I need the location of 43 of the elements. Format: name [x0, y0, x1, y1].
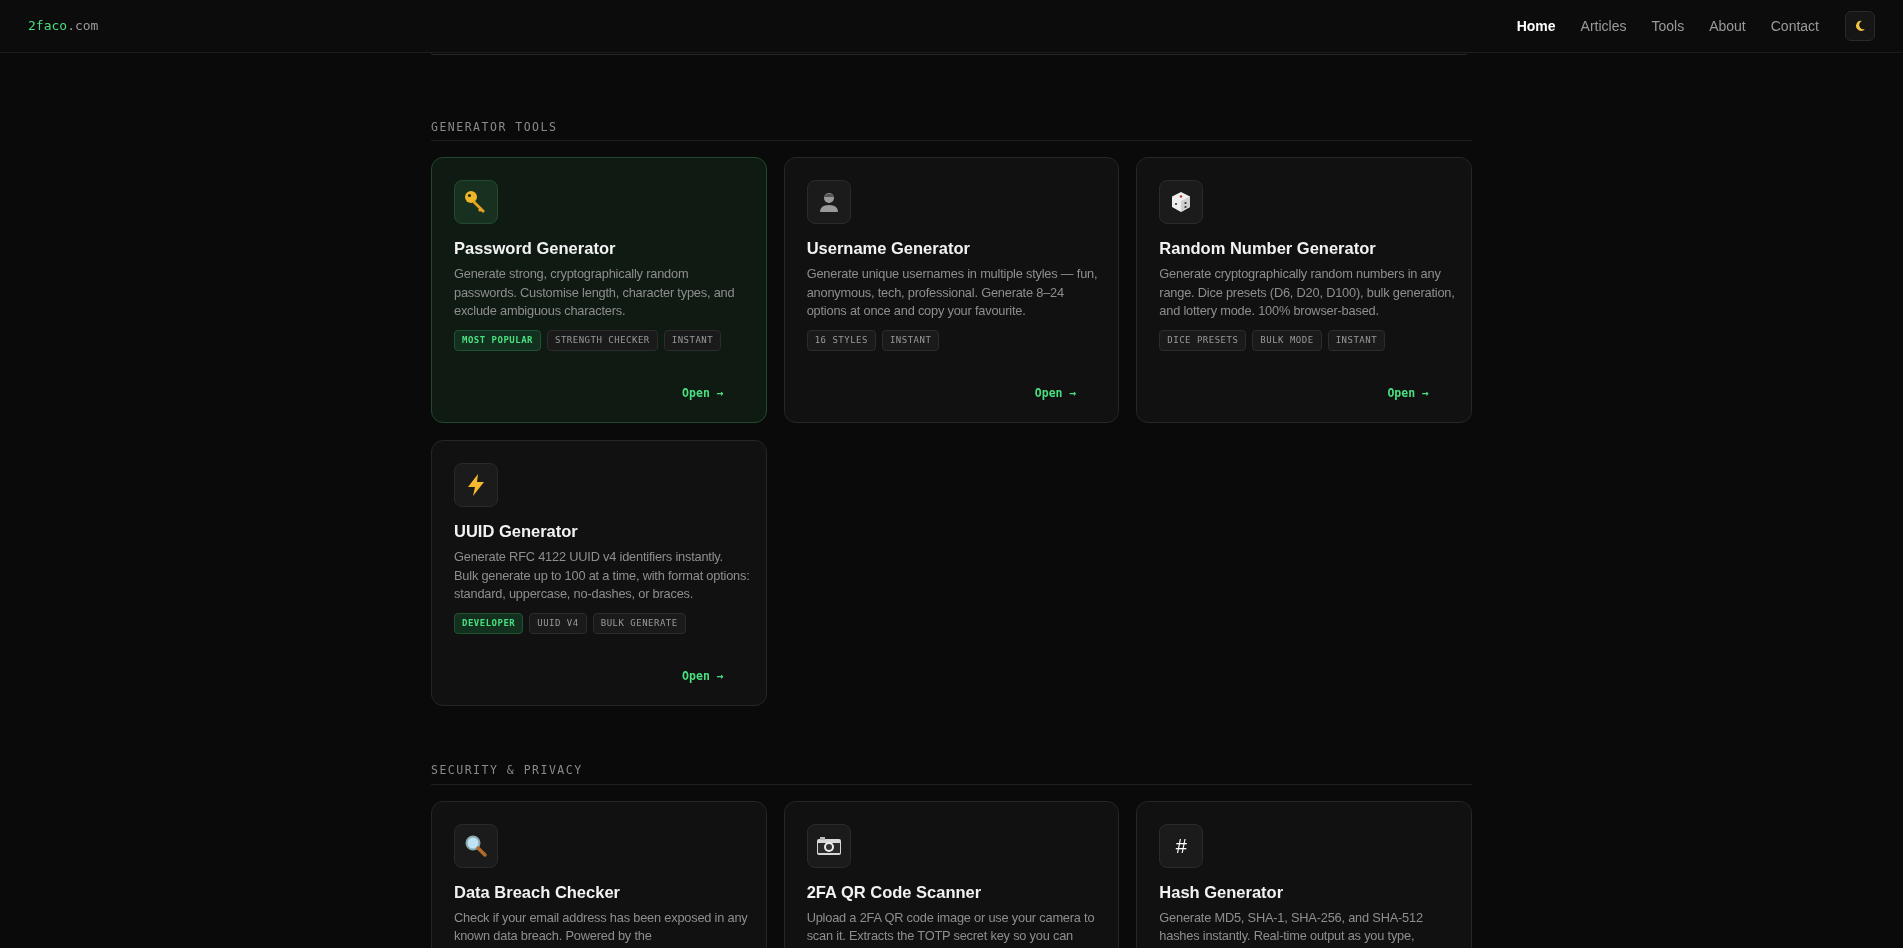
nav-link[interactable]: Home — [1516, 15, 1556, 37]
nav-link[interactable]: About — [1709, 15, 1746, 37]
card-description: Generate RFC 4122 UUID v4 identifiers instantly. Bulk generate up to 100 at a time, with format options: standard, uppercase, no-dashes, or braces. — [454, 548, 750, 604]
tag: BULK MODE — [1252, 329, 1322, 352]
tag: BULK GENERATE — [592, 612, 686, 635]
nav-link[interactable]: Contact — [1770, 15, 1819, 37]
section-heading: SECURITY & PRIVACY — [431, 762, 583, 780]
open-link[interactable]: Open → — [682, 385, 724, 403]
tool-card[interactable]: Password Generator Generate strong, cryptographically random passwords. Customise length, character types, and exclude ambiguous characters. MOST POPULAR STRENGTH CHECKER INSTANT Open → — [431, 157, 767, 424]
card-description: Upload a 2FA QR code image or use your camera to scan it. Extracts the TOTP secret key so you can — [806, 908, 1096, 945]
tag: 16 STYLES — [806, 329, 876, 352]
card-title: Data Breach Checker — [454, 881, 621, 903]
tool-card[interactable]: 2FA QR Code Scanner Upload a 2FA QR code image or use your camera to scan it. Extracts the TOTP secret key so you can — [783, 800, 1120, 948]
card-title: Hash Generator — [1159, 881, 1285, 903]
card-title: 2FA QR Code Scanner — [806, 881, 983, 903]
tool-card[interactable]: # Hash Generator Generate MD5, SHA-1, SHA-256, and SHA-512 hashes instantly. Real-time output as you type, — [1136, 800, 1472, 948]
card-title: UUID Generator — [454, 521, 579, 543]
card-description: Generate unique usernames in multiple styles — fun, anonymous, tech, professional. Generate 8–24 options at once and copy your favourite. — [806, 265, 1099, 321]
tool-card[interactable]: Data Breach Checker Check if your email address has been exposed in any known data breach. Powered by the — [431, 800, 767, 948]
tool-card[interactable]: Username Generator Generate unique usernames in multiple styles — fun, anonymous, tech, professional. Generate 8–24 options at once and copy your favourite. 16 STYLES INSTANT Open → — [783, 157, 1120, 424]
tag: UUID V4 — [529, 612, 587, 635]
nav-link[interactable]: Tools — [1651, 15, 1685, 37]
card-title: Password Generator — [454, 238, 617, 260]
card-title: Username Generator — [806, 238, 971, 260]
tag: INSTANT — [1327, 329, 1386, 352]
tag: DICE PRESETS — [1159, 329, 1247, 352]
card-description: Generate cryptographically random numbers in any range. Dice presets (D6, D20, D100), bulk generation, and lottery mode. 100% browser-based. — [1159, 265, 1455, 321]
card-description: Check if your email address has been exposed in any known data breach. Powered by the — [454, 908, 749, 945]
site-logo[interactable]: 2faco.com — [28, 16, 99, 36]
tag: STRENGTH CHECKER — [547, 329, 658, 352]
hash-icon: # — [1175, 830, 1187, 861]
tag: INSTANT — [663, 329, 722, 352]
open-link[interactable]: Open → — [1034, 385, 1077, 403]
tag: MOST POPULAR — [454, 329, 542, 352]
nav-link[interactable]: Articles — [1580, 15, 1627, 37]
open-link[interactable]: Open → — [682, 668, 724, 686]
open-link[interactable]: Open → — [1387, 385, 1429, 403]
section-heading: GENERATOR TOOLS — [431, 119, 558, 136]
tag: INSTANT — [881, 329, 940, 352]
card-title: Random Number Generator — [1159, 238, 1377, 260]
card-description: Generate strong, cryptographically random passwords. Customise length, character types, and exclude ambiguous characters. — [454, 265, 736, 321]
card-description: Generate MD5, SHA-1, SHA-256, and SHA-512 hashes instantly. Real-time output as you type, — [1159, 908, 1424, 945]
tag: DEVELOPER — [454, 612, 524, 635]
